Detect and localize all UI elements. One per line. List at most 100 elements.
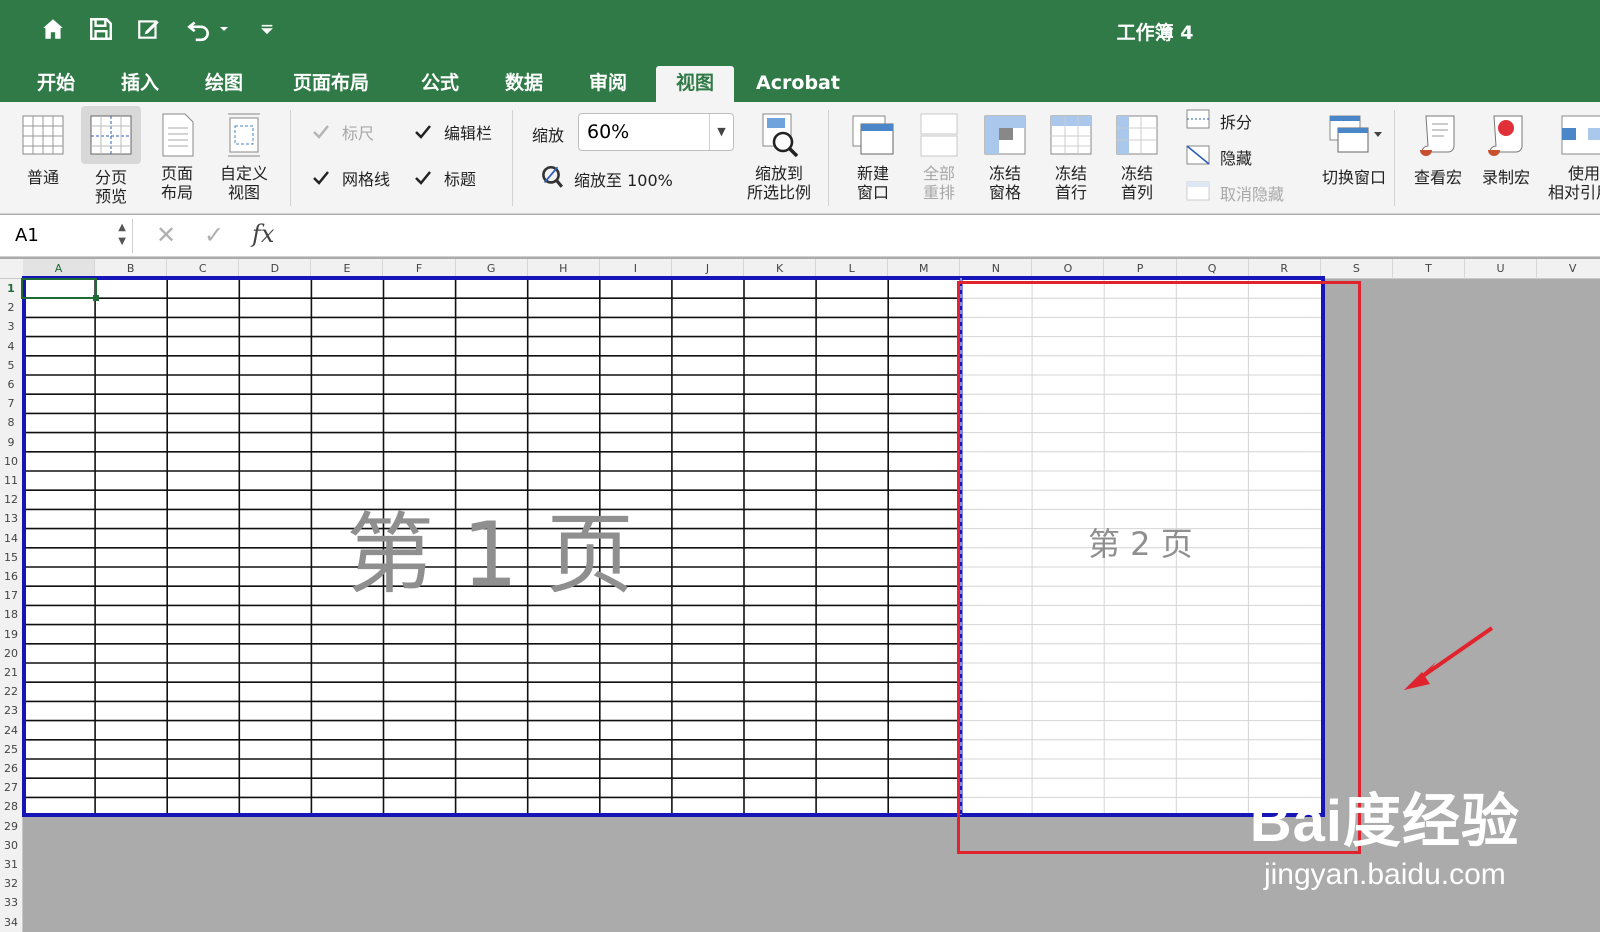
row-header-26[interactable]: 26 <box>0 759 22 778</box>
chevron-down-icon[interactable]: ▼ <box>709 114 733 150</box>
column-header-o[interactable]: O <box>1032 259 1105 279</box>
tab-home[interactable]: 开始 <box>30 66 82 102</box>
unhide-button[interactable]: 取消隐藏 <box>1186 180 1284 206</box>
row-header-1[interactable]: 1 <box>0 279 22 298</box>
column-header-a[interactable]: A <box>23 259 96 279</box>
gridlines-checkbox[interactable]: 网格线 <box>310 166 390 190</box>
row-header-25[interactable]: 25 <box>0 740 22 759</box>
tab-view[interactable]: 视图 <box>656 66 734 102</box>
row-header-29[interactable]: 29 <box>0 817 22 836</box>
column-header-f[interactable]: F <box>384 259 456 279</box>
column-header-r[interactable]: R <box>1249 259 1321 279</box>
fx-icon[interactable]: fx <box>252 220 274 248</box>
column-header-j[interactable]: J <box>672 259 744 279</box>
row-header-10[interactable]: 10 <box>0 452 22 471</box>
row-header-16[interactable]: 16 <box>0 567 22 586</box>
row-header-9[interactable]: 9 <box>0 433 22 452</box>
column-header-t[interactable]: T <box>1393 259 1465 279</box>
home-icon[interactable] <box>38 14 68 44</box>
page-break-preview-button[interactable]: 分页 预览 <box>80 106 142 206</box>
split-button[interactable]: 拆分 <box>1186 108 1252 134</box>
arrange-all-button[interactable]: 全部 重排 <box>912 110 966 202</box>
relative-references-button[interactable]: 使用 相对引用 <box>1540 110 1600 202</box>
row-header-34[interactable]: 34 <box>0 913 22 932</box>
column-header-k[interactable]: K <box>744 259 817 279</box>
view-macros-button[interactable]: 查看宏 <box>1408 110 1468 188</box>
tab-draw[interactable]: 绘图 <box>198 66 250 102</box>
column-header-q[interactable]: Q <box>1177 259 1249 279</box>
row-header-21[interactable]: 21 <box>0 663 22 682</box>
row-header-13[interactable]: 13 <box>0 509 22 528</box>
column-header-b[interactable]: B <box>95 259 168 279</box>
column-header-c[interactable]: C <box>167 259 240 279</box>
row-header-20[interactable]: 20 <box>0 644 22 663</box>
headings-checkbox[interactable]: 标题 <box>412 166 476 190</box>
freeze-top-row-button[interactable]: 冻结 首行 <box>1044 110 1098 202</box>
custom-view-button[interactable]: 自定义 视图 <box>212 110 276 202</box>
column-header-p[interactable]: P <box>1105 259 1177 279</box>
name-box-stepper-icon[interactable]: ▲ ▼ <box>118 221 126 249</box>
edit-icon[interactable] <box>134 14 164 44</box>
tab-formulas[interactable]: 公式 <box>414 66 466 102</box>
page-layout-view-button[interactable]: 页面 布局 <box>152 110 202 202</box>
row-header-18[interactable]: 18 <box>0 605 22 624</box>
customize-icon[interactable] <box>252 14 282 44</box>
column-header-m[interactable]: M <box>888 259 961 279</box>
formula-bar-checkbox[interactable]: 编辑栏 <box>412 120 492 144</box>
row-header-23[interactable]: 23 <box>0 701 22 720</box>
normal-view-button[interactable]: 普通 <box>16 110 70 188</box>
record-macro-button[interactable]: 录制宏 <box>1476 110 1536 188</box>
column-header-i[interactable]: I <box>600 259 672 279</box>
column-header-n[interactable]: N <box>960 259 1033 279</box>
column-header-v[interactable]: V <box>1537 259 1600 279</box>
row-header-22[interactable]: 22 <box>0 682 22 701</box>
column-header-u[interactable]: U <box>1465 259 1538 279</box>
new-window-button[interactable]: 新建 窗口 <box>846 110 900 202</box>
freeze-panes-button[interactable]: 冻结 窗格 <box>978 110 1032 202</box>
cancel-icon[interactable]: ✕ <box>156 221 176 249</box>
hide-button[interactable]: 隐藏 <box>1186 144 1252 170</box>
column-header-d[interactable]: D <box>239 259 312 279</box>
row-header-5[interactable]: 5 <box>0 356 22 375</box>
row-header-7[interactable]: 7 <box>0 394 22 413</box>
row-header-14[interactable]: 14 <box>0 529 22 548</box>
row-header-27[interactable]: 27 <box>0 778 22 797</box>
row-header-17[interactable]: 17 <box>0 586 22 605</box>
print-page-1[interactable]: 第 1 页 <box>23 279 960 816</box>
row-header-11[interactable]: 11 <box>0 471 22 490</box>
enter-icon[interactable]: ✓ <box>204 221 224 249</box>
column-header-l[interactable]: L <box>816 259 889 279</box>
row-header-24[interactable]: 24 <box>0 721 22 740</box>
row-header-4[interactable]: 4 <box>0 337 22 356</box>
row-header-2[interactable]: 2 <box>0 298 22 317</box>
column-header-e[interactable]: E <box>311 259 384 279</box>
row-header-19[interactable]: 19 <box>0 625 22 644</box>
row-header-32[interactable]: 32 <box>0 874 22 893</box>
undo-icon[interactable] <box>184 14 214 44</box>
row-header-6[interactable]: 6 <box>0 375 22 394</box>
column-header-s[interactable]: S <box>1321 259 1393 279</box>
row-header-15[interactable]: 15 <box>0 548 22 567</box>
column-header-g[interactable]: G <box>456 259 528 279</box>
row-header-28[interactable]: 28 <box>0 797 22 816</box>
row-header-3[interactable]: 3 <box>0 317 22 336</box>
name-box[interactable]: A1 ▲ ▼ <box>3 219 133 253</box>
save-icon[interactable] <box>86 14 116 44</box>
tab-acrobat[interactable]: Acrobat <box>756 66 840 102</box>
row-header-12[interactable]: 12 <box>0 490 22 509</box>
zoom-100-button[interactable]: 缩放至 100% <box>538 164 673 194</box>
row-header-33[interactable]: 33 <box>0 893 22 912</box>
tab-insert[interactable]: 插入 <box>114 66 166 102</box>
row-header-8[interactable]: 8 <box>0 413 22 432</box>
tab-review[interactable]: 审阅 <box>582 66 634 102</box>
tab-data[interactable]: 数据 <box>498 66 550 102</box>
switch-window-button[interactable]: 切换窗口 <box>1306 110 1402 188</box>
row-header-31[interactable]: 31 <box>0 855 22 874</box>
undo-dropdown-icon[interactable] <box>216 14 232 44</box>
column-header-h[interactable]: H <box>528 259 600 279</box>
ruler-checkbox[interactable]: 标尺 <box>310 120 374 144</box>
zoom-to-selection-button[interactable]: 缩放到 所选比例 <box>740 110 818 202</box>
zoom-select[interactable]: 60% ▼ <box>578 113 734 151</box>
row-header-30[interactable]: 30 <box>0 836 22 855</box>
freeze-first-column-button[interactable]: 冻结 首列 <box>1110 110 1164 202</box>
